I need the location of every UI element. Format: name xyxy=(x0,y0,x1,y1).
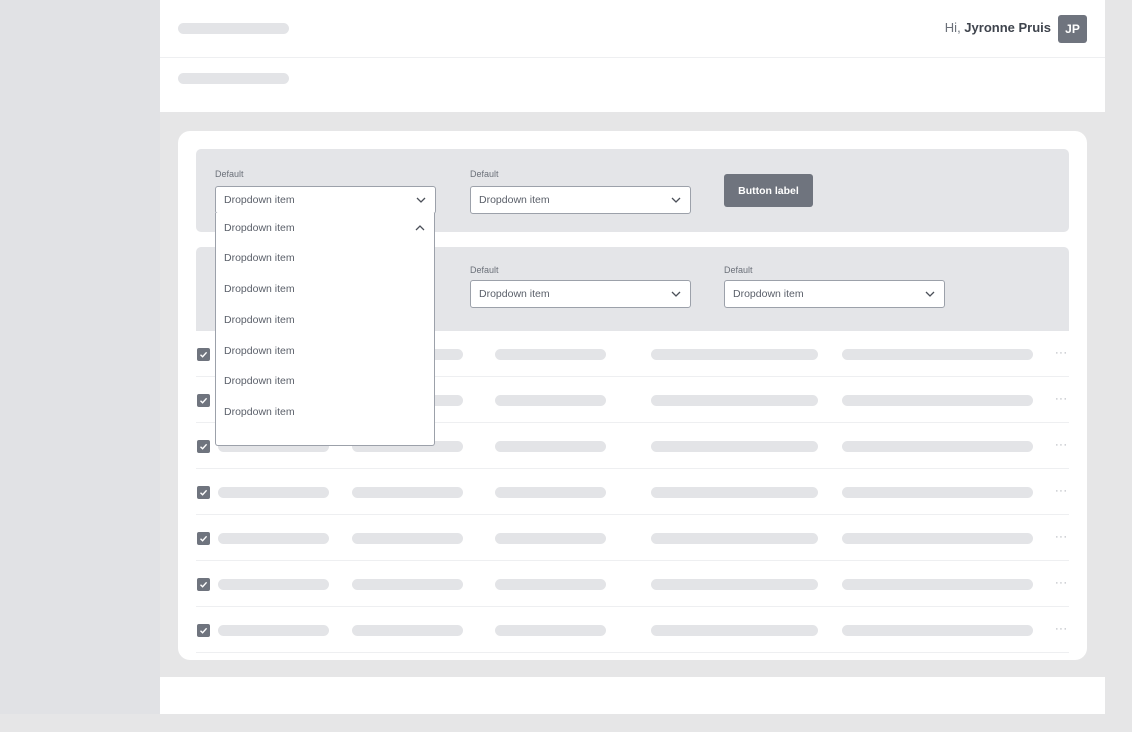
cell-placeholder xyxy=(651,395,818,406)
header-subtitle-placeholder xyxy=(178,73,289,84)
table-row[interactable]: ··· xyxy=(196,561,1069,607)
user-name: Jyronne Pruis xyxy=(964,20,1051,35)
user-greeting: Hi, Jyronne Pruis xyxy=(945,20,1051,36)
cell-placeholder xyxy=(495,487,606,498)
cell-placeholder xyxy=(842,579,1033,590)
cell-placeholder xyxy=(352,487,463,498)
header-divider xyxy=(160,57,1105,58)
more-dots-icon[interactable]: ··· xyxy=(1055,393,1068,405)
chevron-down-icon xyxy=(416,197,426,203)
cell-placeholder xyxy=(495,395,606,406)
check-icon xyxy=(200,397,208,404)
footer-bar xyxy=(160,677,1105,714)
cell-placeholder xyxy=(352,625,463,636)
cell-placeholder xyxy=(218,533,329,544)
dropdown-value: Dropdown item xyxy=(224,194,295,206)
dropdown-option[interactable]: Dropdown item xyxy=(224,345,295,357)
row-checkbox[interactable] xyxy=(197,532,210,545)
more-dots-icon[interactable]: ··· xyxy=(1055,531,1068,543)
dropdown-menu[interactable]: Dropdown item Dropdown item Dropdown ite… xyxy=(215,213,435,446)
cell-placeholder xyxy=(842,625,1033,636)
dropdown-menu-selected[interactable]: Dropdown item xyxy=(216,213,434,243)
row-checkbox[interactable] xyxy=(197,394,210,407)
row-checkbox[interactable] xyxy=(197,578,210,591)
cell-placeholder xyxy=(495,625,606,636)
cell-placeholder xyxy=(651,533,818,544)
more-dots-icon[interactable]: ··· xyxy=(1055,347,1068,359)
dropdown-option[interactable]: Dropdown item xyxy=(224,314,295,326)
cell-placeholder xyxy=(218,487,329,498)
table-row[interactable]: ··· xyxy=(196,607,1069,653)
more-dots-icon[interactable]: ··· xyxy=(1055,623,1068,635)
filter-label-2: Default xyxy=(470,169,499,179)
cell-placeholder xyxy=(651,625,818,636)
filter-label-1: Default xyxy=(215,169,244,179)
dropdown-value: Dropdown item xyxy=(479,194,550,206)
cell-placeholder xyxy=(495,579,606,590)
row-checkbox[interactable] xyxy=(197,440,210,453)
more-dots-icon[interactable]: ··· xyxy=(1055,485,1068,497)
greeting-prefix: Hi, xyxy=(944,20,965,35)
more-dots-icon[interactable]: ··· xyxy=(1055,439,1068,451)
cell-placeholder xyxy=(651,579,818,590)
dropdown-value: Dropdown item xyxy=(733,288,804,300)
page-header: Hi, Jyronne Pruis JP xyxy=(160,0,1105,112)
cell-placeholder xyxy=(842,395,1033,406)
header-title-placeholder xyxy=(178,23,289,34)
cell-placeholder xyxy=(842,349,1033,360)
dropdown-value: Dropdown item xyxy=(224,222,295,234)
table-row[interactable]: ··· xyxy=(196,469,1069,515)
check-icon xyxy=(200,627,208,634)
sidebar xyxy=(0,0,160,714)
right-margin xyxy=(1105,0,1132,714)
cell-placeholder xyxy=(651,349,818,360)
avatar[interactable]: JP xyxy=(1058,15,1087,43)
cell-placeholder xyxy=(218,625,329,636)
chevron-up-icon xyxy=(415,225,425,231)
cell-placeholder xyxy=(352,533,463,544)
cell-placeholder xyxy=(495,441,606,452)
cell-placeholder xyxy=(495,533,606,544)
cell-placeholder xyxy=(651,441,818,452)
cell-placeholder xyxy=(651,487,818,498)
check-icon xyxy=(200,581,208,588)
primary-button[interactable]: Button label xyxy=(724,174,813,207)
dropdown-option[interactable]: Dropdown item xyxy=(224,406,295,418)
filter-label-3: Default xyxy=(470,265,499,275)
check-icon xyxy=(200,489,208,496)
filter-dropdown-4[interactable]: Dropdown item xyxy=(724,280,945,308)
check-icon xyxy=(200,351,208,358)
cell-placeholder xyxy=(495,349,606,360)
cell-placeholder xyxy=(842,441,1033,452)
row-checkbox[interactable] xyxy=(197,348,210,361)
cell-placeholder xyxy=(842,487,1033,498)
main-area: Hi, Jyronne Pruis JP Default Dropdown it… xyxy=(160,0,1105,714)
row-checkbox[interactable] xyxy=(197,486,210,499)
dropdown-option[interactable]: Dropdown item xyxy=(224,252,295,264)
chevron-down-icon xyxy=(671,291,681,297)
table-row[interactable]: ··· xyxy=(196,515,1069,561)
check-icon xyxy=(200,443,208,450)
filter-label-4: Default xyxy=(724,265,753,275)
chevron-down-icon xyxy=(671,197,681,203)
filter-dropdown-1[interactable]: Dropdown item xyxy=(215,186,436,214)
row-checkbox[interactable] xyxy=(197,624,210,637)
cell-placeholder xyxy=(218,579,329,590)
cell-placeholder xyxy=(352,579,463,590)
dropdown-option[interactable]: Dropdown item xyxy=(224,375,295,387)
cell-placeholder xyxy=(842,533,1033,544)
dropdown-value: Dropdown item xyxy=(479,288,550,300)
filter-dropdown-3[interactable]: Dropdown item xyxy=(470,280,691,308)
check-icon xyxy=(200,535,208,542)
bottom-margin xyxy=(0,714,1132,732)
chevron-down-icon xyxy=(925,291,935,297)
dropdown-option[interactable]: Dropdown item xyxy=(224,283,295,295)
filter-dropdown-2[interactable]: Dropdown item xyxy=(470,186,691,214)
more-dots-icon[interactable]: ··· xyxy=(1055,577,1068,589)
